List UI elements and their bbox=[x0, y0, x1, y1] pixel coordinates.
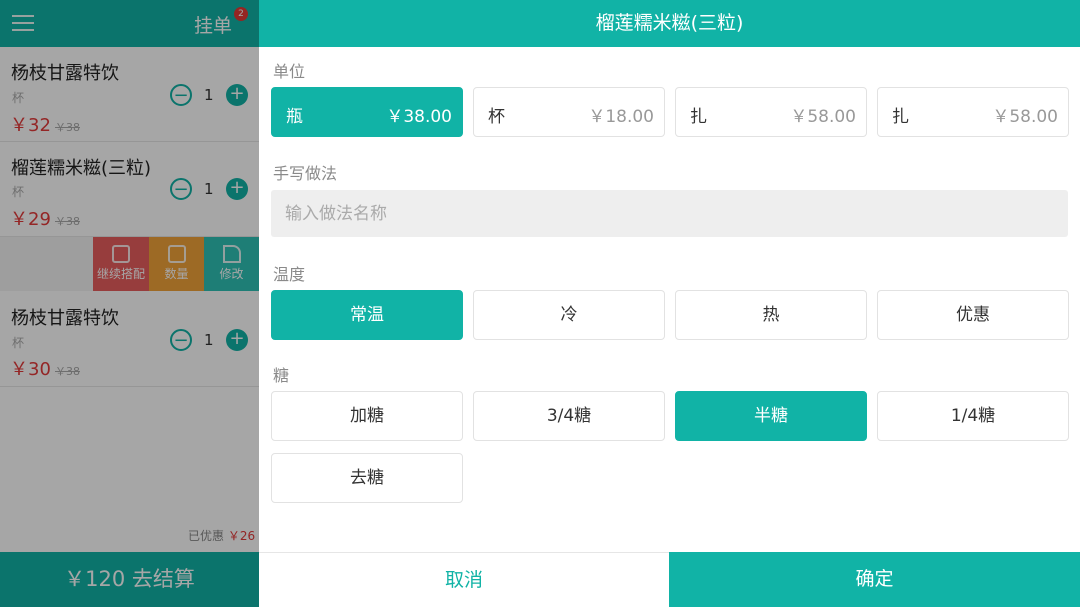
item-name: 榴莲糯米糍(三粒) bbox=[11, 158, 152, 179]
item-unit: 杯 bbox=[12, 336, 25, 350]
unit-option-price: ￥58.00 bbox=[790, 107, 856, 127]
discount-value: ￥26 bbox=[227, 529, 256, 543]
item-qty: 1 bbox=[204, 331, 214, 349]
number-icon bbox=[167, 245, 186, 263]
edit-button[interactable]: 修改 bbox=[204, 237, 259, 291]
checkout-button[interactable]: ￥120 去结算 bbox=[0, 552, 259, 607]
temperature-option[interactable]: 冷 bbox=[473, 290, 665, 340]
unit-option-label: 扎 bbox=[892, 107, 909, 127]
increase-qty-button[interactable]: + bbox=[226, 178, 248, 200]
unit-option-label: 瓶 bbox=[286, 107, 303, 127]
unit-option-price: ￥38.00 bbox=[386, 107, 452, 127]
unit-option[interactable]: 杯 ￥18.00 bbox=[473, 87, 665, 137]
decrease-qty-button[interactable]: − bbox=[170, 178, 192, 200]
temperature-option[interactable]: 热 bbox=[675, 290, 867, 340]
item-qty: 1 bbox=[204, 86, 214, 104]
item-unit: 杯 bbox=[12, 185, 25, 199]
sugar-section-label: 糖 bbox=[273, 366, 290, 385]
item-options-dialog: 榴莲糯米糍(三粒) 单位 瓶 ￥38.00 杯 ￥18.00 扎 ￥58.00 … bbox=[259, 0, 1080, 607]
order-item[interactable]: 杨枝甘露特饮 杯 ￥32 ￥38 − 1 + bbox=[0, 47, 259, 142]
item-price: ￥32 bbox=[10, 115, 51, 136]
item-name: 杨枝甘露特饮 bbox=[11, 63, 119, 84]
item-unit: 杯 bbox=[12, 91, 25, 105]
unit-option-label: 杯 bbox=[488, 107, 505, 127]
dialog-title: 榴莲糯米糍(三粒) bbox=[259, 0, 1080, 47]
item-price: ￥30 bbox=[10, 359, 51, 380]
confirm-button[interactable]: 确定 bbox=[669, 552, 1080, 607]
edit-label: 修改 bbox=[219, 267, 244, 281]
item-original-price: ￥38 bbox=[55, 215, 80, 228]
temperature-section-label: 温度 bbox=[273, 265, 306, 284]
item-original-price: ￥38 bbox=[55, 121, 80, 134]
document-icon bbox=[112, 245, 130, 263]
unit-option[interactable]: 瓶 ￥38.00 bbox=[271, 87, 463, 137]
item-name: 杨枝甘露特饮 bbox=[11, 308, 119, 329]
sugar-option[interactable]: 半糖 bbox=[675, 391, 867, 441]
sugar-option[interactable]: 1/4糖 bbox=[877, 391, 1069, 441]
discount-label: 已优惠 bbox=[188, 529, 225, 543]
order-item[interactable]: 榴莲糯米糍(三粒) 杯 ￥29 ￥38 − 1 + bbox=[0, 142, 259, 237]
unit-option-price: ￥58.00 bbox=[992, 107, 1058, 127]
unit-option[interactable]: 扎 ￥58.00 bbox=[675, 87, 867, 137]
unit-section-label: 单位 bbox=[273, 62, 306, 81]
item-actions-row: 继续搭配 数量 修改 bbox=[0, 237, 259, 291]
item-price: ￥29 bbox=[10, 209, 51, 230]
order-panel: 挂单 2 杨枝甘露特饮 杯 ￥32 ￥38 − 1 + 榴莲糯米糍(三粒) 杯 … bbox=[0, 0, 259, 607]
temperature-option[interactable]: 常温 bbox=[271, 290, 463, 340]
hang-order-button[interactable]: 挂单 bbox=[194, 11, 232, 38]
hang-count-badge: 2 bbox=[234, 7, 248, 21]
decrease-qty-button[interactable]: − bbox=[170, 84, 192, 106]
unit-option[interactable]: 扎 ￥58.00 bbox=[877, 87, 1069, 137]
menu-icon[interactable] bbox=[12, 15, 34, 32]
item-original-price: ￥38 bbox=[55, 365, 80, 378]
continue-combo-button[interactable]: 继续搭配 bbox=[93, 237, 149, 291]
decrease-qty-button[interactable]: − bbox=[170, 329, 192, 351]
unit-option-price: ￥18.00 bbox=[588, 107, 654, 127]
order-header: 挂单 2 bbox=[0, 0, 259, 47]
increase-qty-button[interactable]: + bbox=[226, 84, 248, 106]
method-section-label: 手写做法 bbox=[273, 164, 338, 183]
discount-summary: 已优惠 ￥26 bbox=[188, 527, 255, 544]
sugar-option[interactable]: 3/4糖 bbox=[473, 391, 665, 441]
temperature-option[interactable]: 优惠 bbox=[877, 290, 1069, 340]
sugar-option[interactable]: 加糖 bbox=[271, 391, 463, 441]
quantity-button[interactable]: 数量 bbox=[149, 237, 204, 291]
increase-qty-button[interactable]: + bbox=[226, 329, 248, 351]
cancel-button[interactable]: 取消 bbox=[259, 552, 669, 607]
sugar-option[interactable]: 去糖 bbox=[271, 453, 463, 503]
continue-combo-label: 继续搭配 bbox=[96, 267, 145, 281]
order-item[interactable]: 杨枝甘露特饮 杯 ￥30 ￥38 − 1 + bbox=[0, 291, 259, 387]
unit-option-label: 扎 bbox=[690, 107, 707, 127]
item-qty: 1 bbox=[204, 180, 214, 198]
quantity-label: 数量 bbox=[164, 267, 189, 281]
pencil-icon bbox=[222, 245, 241, 263]
method-input[interactable] bbox=[271, 190, 1068, 237]
